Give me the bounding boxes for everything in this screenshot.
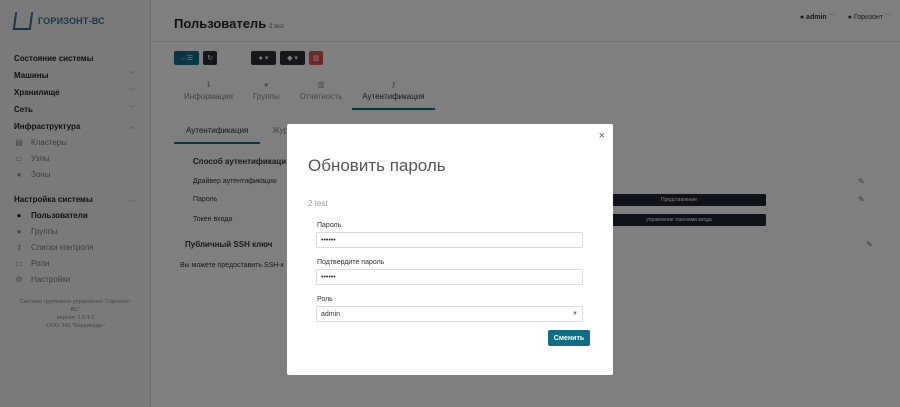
password-field[interactable]	[316, 232, 583, 248]
role-field-label: Роль	[317, 296, 333, 303]
role-select[interactable]: admin ▼	[316, 306, 583, 322]
dialog-subtitle: 2 test	[308, 199, 328, 208]
update-password-dialog: × Обновить пароль 2 test Пароль Подтверд…	[287, 124, 613, 375]
caret-down-icon: ▼	[572, 311, 578, 317]
password-field-label: Пароль	[317, 222, 342, 229]
confirm-field-label: Подтвердите пароль	[317, 259, 385, 266]
close-icon[interactable]: ×	[599, 130, 605, 142]
confirm-password-field[interactable]	[316, 269, 583, 285]
role-select-value: admin	[321, 310, 341, 318]
change-password-button[interactable]: Сменить	[548, 330, 590, 346]
dialog-title: Обновить пароль	[308, 156, 446, 175]
